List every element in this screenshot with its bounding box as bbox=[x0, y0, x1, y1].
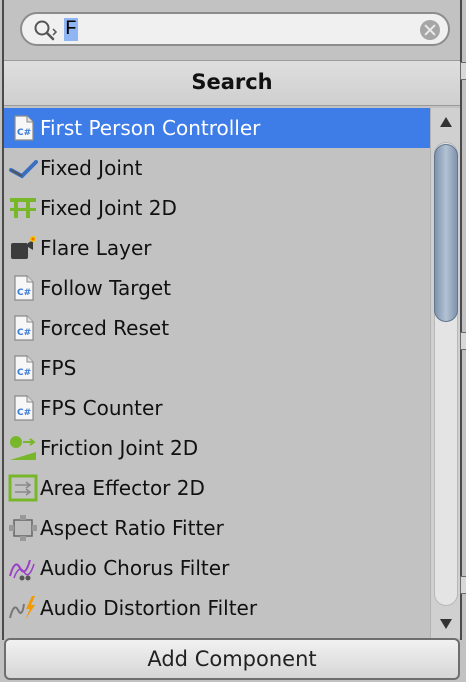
search-icon bbox=[34, 20, 58, 41]
csharp-script-icon: C# bbox=[8, 274, 38, 302]
list-item-label: Aspect Ratio Fitter bbox=[40, 516, 224, 540]
list-item[interactable]: Audio Distortion Filter bbox=[4, 588, 430, 628]
scroll-thumb[interactable] bbox=[434, 144, 458, 322]
list-item-label: Fixed Joint bbox=[40, 156, 143, 180]
list-item-label: Fixed Joint 2D bbox=[40, 196, 177, 220]
list-item[interactable]: C# FPS bbox=[4, 348, 430, 388]
list-item[interactable]: Fixed Joint bbox=[4, 148, 430, 188]
search-row: F bbox=[4, 0, 460, 60]
header-title: Search bbox=[191, 70, 273, 94]
svg-text:C#: C# bbox=[17, 328, 31, 338]
list-item[interactable]: C# Forced Reset bbox=[4, 308, 430, 348]
edge-mark bbox=[460, 332, 466, 350]
list-item-label: FPS bbox=[40, 356, 77, 380]
csharp-script-icon: C# bbox=[8, 394, 38, 422]
audio-chorus-filter-icon bbox=[8, 554, 38, 582]
list-item[interactable]: Audio Chorus Filter bbox=[4, 548, 430, 588]
fixed-joint-icon bbox=[8, 154, 38, 182]
list-item[interactable]: Area Effector 2D bbox=[4, 468, 430, 508]
list-item-label: Audio Distortion Filter bbox=[40, 596, 258, 620]
area-effector-2d-icon bbox=[8, 474, 38, 502]
list-item[interactable]: C# FPS Counter bbox=[4, 388, 430, 428]
search-input-value: F bbox=[64, 18, 79, 41]
edge-mark bbox=[460, 576, 466, 594]
add-component-label: Add Component bbox=[147, 647, 317, 671]
csharp-script-icon: C# bbox=[8, 314, 38, 342]
list-item[interactable]: Aspect Ratio Fitter bbox=[4, 508, 430, 548]
flare-layer-icon bbox=[8, 234, 38, 262]
list-header: Search bbox=[4, 60, 460, 106]
list-item-label: Flare Layer bbox=[40, 236, 152, 260]
clear-search-icon[interactable] bbox=[420, 20, 440, 40]
list-item-label: Friction Joint 2D bbox=[40, 436, 199, 460]
list-item[interactable]: C# First Person Controller bbox=[4, 108, 430, 148]
csharp-script-icon: C# bbox=[8, 114, 38, 142]
svg-text:C#: C# bbox=[17, 288, 31, 298]
svg-text:C#: C# bbox=[17, 408, 31, 418]
list-item-label: FPS Counter bbox=[40, 396, 163, 420]
component-list: C# First Person Controller Fixed Joint Fixe… bbox=[4, 108, 430, 638]
list-item-label: First Person Controller bbox=[40, 116, 261, 140]
search-field[interactable]: F bbox=[20, 12, 450, 46]
friction-joint-2d-icon bbox=[8, 434, 38, 462]
audio-distortion-filter-icon bbox=[8, 594, 38, 622]
list-item-label: Follow Target bbox=[40, 276, 171, 300]
list-item-label: Audio Chorus Filter bbox=[40, 556, 230, 580]
add-component-popup: F Search C# First Person Controller Fixed … bbox=[0, 0, 466, 682]
search-input[interactable]: F bbox=[64, 18, 404, 42]
edge-mark bbox=[460, 62, 466, 80]
list-item[interactable]: C# Follow Target bbox=[4, 268, 430, 308]
list-item-label: Area Effector 2D bbox=[40, 476, 205, 500]
list-item[interactable]: Friction Joint 2D bbox=[4, 428, 430, 468]
list-item-label: Forced Reset bbox=[40, 316, 170, 340]
csharp-script-icon: C# bbox=[8, 354, 38, 382]
svg-text:C#: C# bbox=[17, 128, 31, 138]
add-component-button[interactable]: Add Component bbox=[4, 638, 460, 680]
fixed-joint-2d-icon bbox=[8, 194, 38, 222]
list-item[interactable]: Flare Layer bbox=[4, 228, 430, 268]
scroll-up-arrow-icon[interactable] bbox=[439, 116, 453, 128]
scrollbar[interactable] bbox=[430, 108, 460, 638]
scroll-down-arrow-icon[interactable] bbox=[439, 618, 453, 630]
list-item[interactable]: Fixed Joint 2D bbox=[4, 188, 430, 228]
aspect-ratio-fitter-icon bbox=[8, 514, 38, 542]
svg-text:C#: C# bbox=[17, 368, 31, 378]
